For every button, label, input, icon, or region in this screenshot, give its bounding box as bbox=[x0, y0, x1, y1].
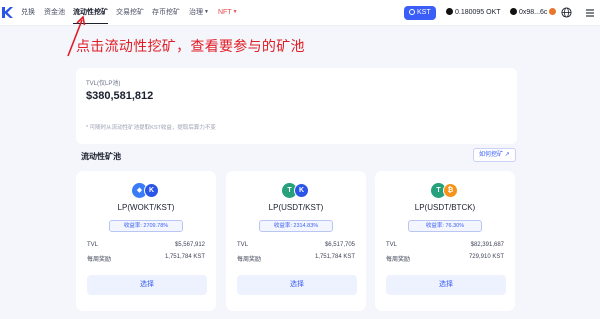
annotation-text: 点击流动性挖矿，查看要参与的矿池 bbox=[76, 38, 305, 54]
nav-staking-mining[interactable]: 存币挖矿 bbox=[152, 0, 180, 26]
token-b-icon: ₿ bbox=[443, 183, 458, 198]
balance-text: 0.180095 OKT bbox=[455, 9, 501, 16]
kst-token-icon bbox=[409, 8, 415, 15]
section-title: 流动性矿池 bbox=[81, 152, 121, 161]
tvl-note: * 可随时从流动性矿池提取KST收益，提取后算力不变 bbox=[86, 125, 216, 131]
nav-governance-label: 治理 bbox=[189, 9, 203, 16]
token-pair-icon: ◆ K bbox=[132, 183, 160, 199]
how-to-mine-label: 如何挖矿 bbox=[479, 152, 504, 158]
external-link-icon: ↗ bbox=[504, 152, 510, 158]
account-address: 0x98...6c bbox=[519, 9, 548, 16]
tvl-panel: TVL(仅LP池) $380,581,812 * 可随时从流动性矿池提取KST收… bbox=[76, 68, 517, 144]
how-to-mine-link[interactable]: 如何挖矿 ↗ bbox=[473, 148, 516, 162]
account-button[interactable]: 0x98...6c bbox=[510, 6, 558, 20]
language-globe-icon[interactable] bbox=[561, 7, 572, 18]
pool-card: T K LP(USDT/KST) 收益率: 2314.83% TVL $6,517… bbox=[226, 171, 366, 311]
reward-row-value: 729,910 KST bbox=[468, 254, 504, 260]
apr-badge: 收益率: 2314.83% bbox=[259, 220, 333, 232]
tvl-row-value: $5,567,912 bbox=[174, 242, 205, 248]
tvl-value: $380,581,812 bbox=[86, 90, 154, 102]
chevron-down-icon: ▼ bbox=[232, 9, 238, 15]
tvl-row-value: $6,517,705 bbox=[324, 242, 355, 248]
select-pool-button[interactable]: 选择 bbox=[386, 275, 506, 295]
reward-row-value: 1,751,784 KST bbox=[314, 254, 355, 260]
kst-badge-label: KST bbox=[417, 9, 431, 16]
chevron-down-icon: ▼ bbox=[204, 9, 209, 15]
pool-name: LP(USDT/KST) bbox=[268, 203, 324, 212]
tvl-row-label: TVL bbox=[87, 242, 99, 248]
token-pair-icon: T ₿ bbox=[431, 183, 459, 199]
token-pair-icon: T K bbox=[282, 183, 310, 199]
reward-row-label: 每周奖励 bbox=[87, 257, 112, 263]
app-logo-icon[interactable] bbox=[1, 6, 13, 19]
nav-governance[interactable]: 治理▼ bbox=[189, 0, 209, 26]
nav-nft-label: NFT bbox=[218, 9, 232, 16]
nav-trade-mining[interactable]: 交易挖矿 bbox=[116, 0, 144, 26]
nav-swap[interactable]: 兑换 bbox=[21, 0, 35, 26]
pool-card: T ₿ LP(USDT/BTCK) 收益率: 76.30% TVL $82,391… bbox=[375, 171, 515, 311]
avatar bbox=[549, 8, 557, 15]
tvl-row-label: TVL bbox=[386, 242, 398, 248]
wallet-icon bbox=[510, 8, 517, 15]
tvl-label: TVL(仅LP池) bbox=[86, 81, 121, 87]
top-nav: 兑换 资金池 流动性挖矿 交易挖矿 存币挖矿 治理▼ NFT▼ KST 0.18… bbox=[0, 0, 600, 26]
pool-card: ◆ K LP(WOKT/KST) 收益率: 2709.78% TVL $5,567… bbox=[76, 171, 216, 311]
tvl-row-label: TVL bbox=[237, 242, 249, 248]
reward-row-label: 每周奖励 bbox=[237, 257, 262, 263]
balance-display[interactable]: 0.180095 OKT bbox=[446, 6, 501, 20]
reward-row-label: 每周奖励 bbox=[386, 257, 411, 263]
select-pool-button[interactable]: 选择 bbox=[237, 275, 357, 295]
pool-name: LP(USDT/BTCK) bbox=[414, 203, 476, 212]
more-menu-icon[interactable] bbox=[585, 8, 595, 18]
kst-price-button[interactable]: KST bbox=[404, 6, 436, 20]
pool-name: LP(WOKT/KST) bbox=[117, 203, 175, 212]
reward-row-value: 1,751,784 KST bbox=[164, 254, 205, 260]
select-pool-button[interactable]: 选择 bbox=[87, 275, 207, 295]
apr-badge: 收益率: 76.30% bbox=[408, 220, 482, 232]
tvl-row-value: $82,391,687 bbox=[470, 242, 504, 248]
apr-badge: 收益率: 2709.78% bbox=[109, 220, 183, 232]
token-b-icon: K bbox=[294, 183, 309, 198]
okt-token-icon bbox=[446, 8, 453, 15]
nav-nft[interactable]: NFT▼ bbox=[218, 0, 238, 26]
token-b-icon: K bbox=[144, 183, 159, 198]
